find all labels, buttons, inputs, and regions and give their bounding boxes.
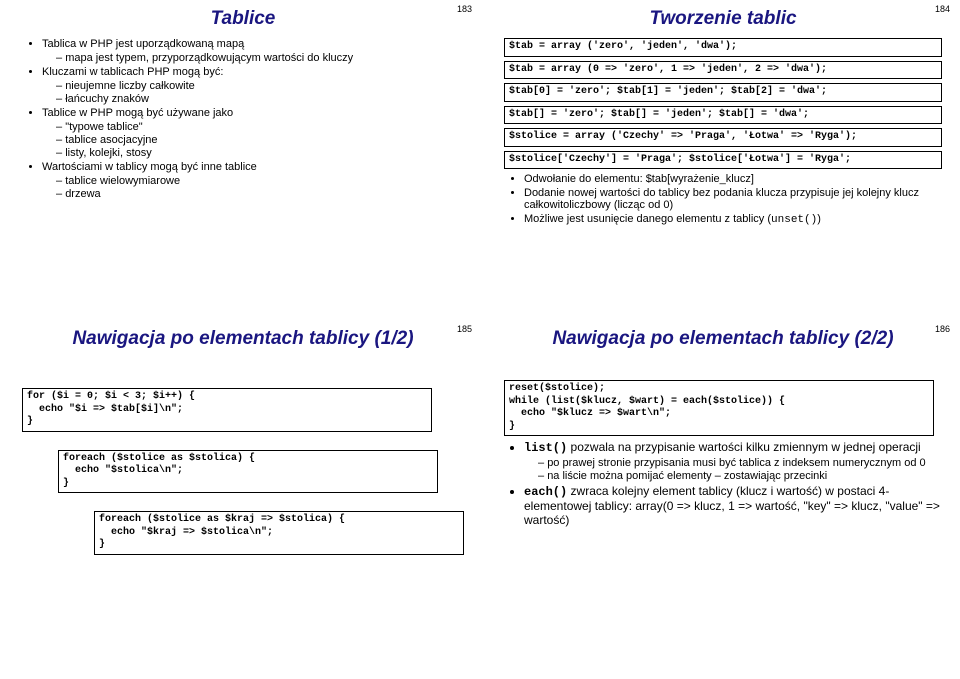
slide-186: 186 Nawigacja po elementach tablicy (2/2…: [482, 320, 960, 679]
bullet: Dodanie nowej wartości do tablicy bez po…: [524, 187, 942, 211]
code-block: foreach ($stolice as $kraj => $stolica) …: [94, 511, 464, 555]
sub-bullet: listy, kolejki, stosy: [56, 147, 464, 159]
code-block: for ($i = 0; $i < 3; $i++) { echo "$i =>…: [22, 388, 432, 432]
slide-title: Nawigacja po elementach tablicy (1/2): [22, 328, 464, 350]
sub-bullet: drzewa: [56, 188, 464, 200]
sub-bullet: na liście można pomijać elementy – zosta…: [538, 470, 942, 482]
bullet: Kluczami w tablicach PHP mogą być: nieuj…: [42, 66, 464, 105]
text: Możliwe jest usunięcie danego elementu z…: [524, 213, 771, 225]
text: Kluczami w tablicach PHP mogą być:: [42, 66, 223, 78]
bullet-list: Tablica w PHP jest uporządkowaną mapą ma…: [22, 38, 464, 200]
code-block: $stolice['Czechy'] = 'Praga'; $stolice['…: [504, 151, 942, 170]
slide-number: 184: [935, 4, 950, 14]
text: pozwala na przypisanie wartości kilku zm…: [567, 440, 921, 454]
bullet: Możliwe jest usunięcie danego elementu z…: [524, 213, 942, 226]
bullet: Tablica w PHP jest uporządkowaną mapą ma…: [42, 38, 464, 64]
text: zwraca kolejny element tablicy (klucz i …: [524, 484, 940, 527]
code-block: reset($stolice); while (list($klucz, $wa…: [504, 380, 934, 436]
slide-number: 186: [935, 324, 950, 334]
text: Tablice w PHP mogą być używane jako: [42, 107, 233, 119]
code-block: $stolice = array ('Czechy' => 'Praga', '…: [504, 128, 942, 147]
slides-grid: 183 Tablice Tablica w PHP jest uporządko…: [0, 0, 960, 679]
bullet-list: Odwołanie do elementu: $tab[wyrażenie_kl…: [504, 173, 942, 226]
sub-bullet: tablice asocjacyjne: [56, 134, 464, 146]
bullet: list() pozwala na przypisanie wartości k…: [524, 440, 942, 482]
code-inline: list(): [524, 441, 567, 455]
code-block: $tab = array ('zero', 'jeden', 'dwa');: [504, 38, 942, 57]
slide-title: Nawigacja po elementach tablicy (2/2): [504, 328, 942, 350]
bullet-list: list() pozwala na przypisanie wartości k…: [504, 440, 942, 527]
sub-bullet: łańcuchy znaków: [56, 93, 464, 105]
sub-bullet: mapa jest typem, przyporządkowującym war…: [56, 52, 464, 64]
slide-183: 183 Tablice Tablica w PHP jest uporządko…: [0, 0, 482, 320]
slide-185: 185 Nawigacja po elementach tablicy (1/2…: [0, 320, 482, 679]
sub-bullet: po prawej stronie przypisania musi być t…: [538, 457, 942, 469]
text: Tablica w PHP jest uporządkowaną mapą: [42, 38, 244, 50]
bullet: Odwołanie do elementu: $tab[wyrażenie_kl…: [524, 173, 942, 185]
slide-title: Tworzenie tablic: [504, 8, 942, 30]
code-block: $tab[] = 'zero'; $tab[] = 'jeden'; $tab[…: [504, 106, 942, 125]
slide-number: 185: [457, 324, 472, 334]
slide-184: 184 Tworzenie tablic $tab = array ('zero…: [482, 0, 960, 320]
text: ): [817, 213, 821, 225]
code-inline: each(): [524, 485, 567, 499]
code-block: $tab = array (0 => 'zero', 1 => 'jeden',…: [504, 61, 942, 80]
sub-bullet: "typowe tablice": [56, 121, 464, 133]
code-block: foreach ($stolice as $stolica) { echo "$…: [58, 450, 438, 494]
code-inline: unset(): [771, 214, 817, 226]
text: Wartościami w tablicy mogą być inne tabl…: [42, 161, 257, 173]
slide-title: Tablice: [22, 8, 464, 30]
slide-number: 183: [457, 4, 472, 14]
bullet: Tablice w PHP mogą być używane jako "typ…: [42, 107, 464, 159]
bullet: each() zwraca kolejny element tablicy (k…: [524, 484, 942, 527]
bullet: Wartościami w tablicy mogą być inne tabl…: [42, 161, 464, 200]
sub-bullet: tablice wielowymiarowe: [56, 175, 464, 187]
sub-bullet: nieujemne liczby całkowite: [56, 80, 464, 92]
code-block: $tab[0] = 'zero'; $tab[1] = 'jeden'; $ta…: [504, 83, 942, 102]
